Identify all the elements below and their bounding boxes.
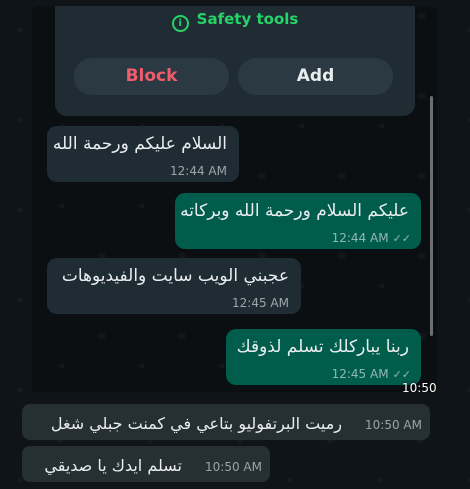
bubble-text: ربنا يباركلك تسلم لذوقك bbox=[236, 337, 409, 357]
bubble-text: عجبني الويب سايت والفيديوهات bbox=[61, 266, 289, 286]
incoming-bubble: السلام عليكم ورحمة الله 12:44 AM bbox=[47, 126, 239, 182]
message-time: 10:50 AM bbox=[365, 418, 422, 432]
bubble-time-row: 12:45 AM ✓✓ bbox=[332, 367, 411, 381]
chat-view: i Safety tools Block Add السلام عليكم ورح… bbox=[0, 0, 470, 489]
block-button[interactable]: Block bbox=[74, 58, 229, 95]
chat-message[interactable]: تسلم ايدك يا صديقي 10:50 AM bbox=[22, 446, 270, 482]
image-message[interactable]: i Safety tools Block Add السلام عليكم ورح… bbox=[32, 6, 437, 392]
bubble-time: 12:45 AM bbox=[331, 367, 389, 381]
message-text: رميت البرتفوليو بتاعي في كمنت جبلي شغل bbox=[50, 414, 342, 433]
bubble-time-row: 12:44 AM ✓✓ bbox=[332, 231, 411, 245]
safety-tools-link[interactable]: i Safety tools bbox=[55, 10, 415, 32]
message-text: تسلم ايدك يا صديقي bbox=[44, 456, 182, 475]
outgoing-bubble: عليكم السلام ورحمة الله وبركاته 12:44 AM… bbox=[175, 193, 421, 249]
safety-tools-label: Safety tools bbox=[196, 10, 299, 28]
bubble-text: عليكم السلام ورحمة الله وبركاته bbox=[180, 201, 409, 221]
double-check-icon: ✓✓ bbox=[392, 368, 411, 381]
incoming-bubble: عجبني الويب سايت والفيديوهات 12:45 AM bbox=[47, 258, 301, 314]
bubble-text: السلام عليكم ورحمة الله bbox=[52, 134, 227, 154]
double-check-icon: ✓✓ bbox=[392, 232, 411, 245]
bubble-time: 12:44 AM bbox=[170, 164, 227, 178]
image-time: 10:50 AM bbox=[402, 381, 437, 392]
chat-message[interactable]: رميت البرتفوليو بتاعي في كمنت جبلي شغل 1… bbox=[22, 404, 430, 440]
safety-card: i Safety tools Block Add bbox=[55, 6, 415, 116]
bubble-time: 12:44 AM bbox=[331, 231, 389, 245]
scrollbar[interactable] bbox=[430, 96, 433, 336]
bubble-time: 12:45 AM bbox=[232, 296, 289, 310]
info-icon: i bbox=[171, 15, 189, 32]
add-button[interactable]: Add bbox=[238, 58, 393, 95]
message-time: 10:50 AM bbox=[205, 460, 262, 474]
outgoing-bubble: ربنا يباركلك تسلم لذوقك 12:45 AM ✓✓ bbox=[226, 329, 421, 385]
